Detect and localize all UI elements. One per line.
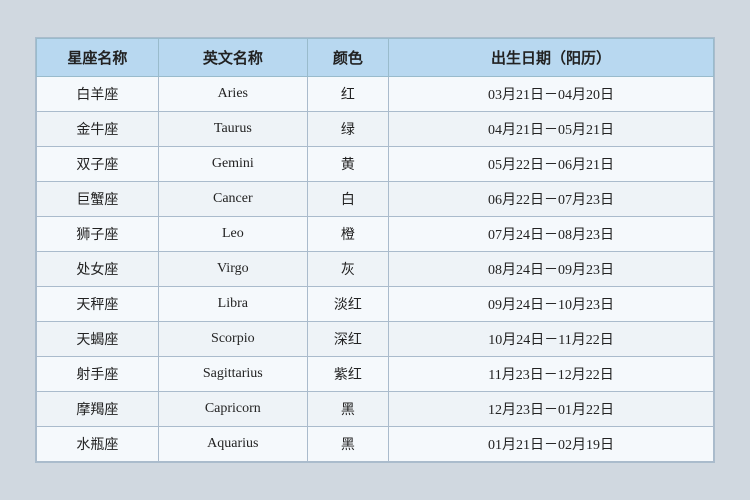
cell-chinese: 金牛座 — [37, 112, 159, 147]
cell-color: 橙 — [307, 217, 388, 252]
table-row: 处女座Virgo灰08月24日－09月23日 — [37, 252, 714, 287]
cell-date: 08月24日－09月23日 — [389, 252, 714, 287]
cell-color: 淡红 — [307, 287, 388, 322]
table-row: 天秤座Libra淡红09月24日－10月23日 — [37, 287, 714, 322]
cell-color: 红 — [307, 77, 388, 112]
header-date: 出生日期（阳历） — [389, 39, 714, 77]
cell-english: Aquarius — [158, 427, 307, 462]
cell-english: Aries — [158, 77, 307, 112]
table-row: 水瓶座Aquarius黑01月21日－02月19日 — [37, 427, 714, 462]
cell-date: 05月22日－06月21日 — [389, 147, 714, 182]
table-row: 巨蟹座Cancer白06月22日－07月23日 — [37, 182, 714, 217]
table-row: 狮子座Leo橙07月24日－08月23日 — [37, 217, 714, 252]
cell-chinese: 处女座 — [37, 252, 159, 287]
cell-chinese: 水瓶座 — [37, 427, 159, 462]
cell-date: 01月21日－02月19日 — [389, 427, 714, 462]
table-row: 天蝎座Scorpio深红10月24日－11月22日 — [37, 322, 714, 357]
cell-color: 黑 — [307, 427, 388, 462]
cell-chinese: 巨蟹座 — [37, 182, 159, 217]
table-row: 金牛座Taurus绿04月21日－05月21日 — [37, 112, 714, 147]
cell-english: Scorpio — [158, 322, 307, 357]
cell-chinese: 白羊座 — [37, 77, 159, 112]
zodiac-table-container: 星座名称 英文名称 颜色 出生日期（阳历） 白羊座Aries红03月21日－04… — [35, 37, 715, 463]
header-chinese: 星座名称 — [37, 39, 159, 77]
cell-chinese: 双子座 — [37, 147, 159, 182]
table-row: 白羊座Aries红03月21日－04月20日 — [37, 77, 714, 112]
cell-date: 04月21日－05月21日 — [389, 112, 714, 147]
cell-english: Gemini — [158, 147, 307, 182]
table-header-row: 星座名称 英文名称 颜色 出生日期（阳历） — [37, 39, 714, 77]
cell-chinese: 射手座 — [37, 357, 159, 392]
cell-color: 灰 — [307, 252, 388, 287]
cell-color: 紫红 — [307, 357, 388, 392]
cell-english: Libra — [158, 287, 307, 322]
cell-chinese: 狮子座 — [37, 217, 159, 252]
cell-date: 07月24日－08月23日 — [389, 217, 714, 252]
cell-date: 11月23日－12月22日 — [389, 357, 714, 392]
table-row: 摩羯座Capricorn黑12月23日－01月22日 — [37, 392, 714, 427]
cell-date: 12月23日－01月22日 — [389, 392, 714, 427]
cell-chinese: 天秤座 — [37, 287, 159, 322]
cell-chinese: 摩羯座 — [37, 392, 159, 427]
cell-english: Sagittarius — [158, 357, 307, 392]
cell-color: 绿 — [307, 112, 388, 147]
table-row: 射手座Sagittarius紫红11月23日－12月22日 — [37, 357, 714, 392]
header-english: 英文名称 — [158, 39, 307, 77]
table-body: 白羊座Aries红03月21日－04月20日金牛座Taurus绿04月21日－0… — [37, 77, 714, 462]
cell-english: Leo — [158, 217, 307, 252]
zodiac-table: 星座名称 英文名称 颜色 出生日期（阳历） 白羊座Aries红03月21日－04… — [36, 38, 714, 462]
cell-english: Taurus — [158, 112, 307, 147]
cell-color: 深红 — [307, 322, 388, 357]
cell-color: 白 — [307, 182, 388, 217]
cell-english: Capricorn — [158, 392, 307, 427]
cell-color: 黑 — [307, 392, 388, 427]
cell-english: Cancer — [158, 182, 307, 217]
cell-date: 06月22日－07月23日 — [389, 182, 714, 217]
cell-date: 09月24日－10月23日 — [389, 287, 714, 322]
cell-date: 10月24日－11月22日 — [389, 322, 714, 357]
cell-date: 03月21日－04月20日 — [389, 77, 714, 112]
header-color: 颜色 — [307, 39, 388, 77]
table-row: 双子座Gemini黄05月22日－06月21日 — [37, 147, 714, 182]
cell-chinese: 天蝎座 — [37, 322, 159, 357]
cell-color: 黄 — [307, 147, 388, 182]
cell-english: Virgo — [158, 252, 307, 287]
